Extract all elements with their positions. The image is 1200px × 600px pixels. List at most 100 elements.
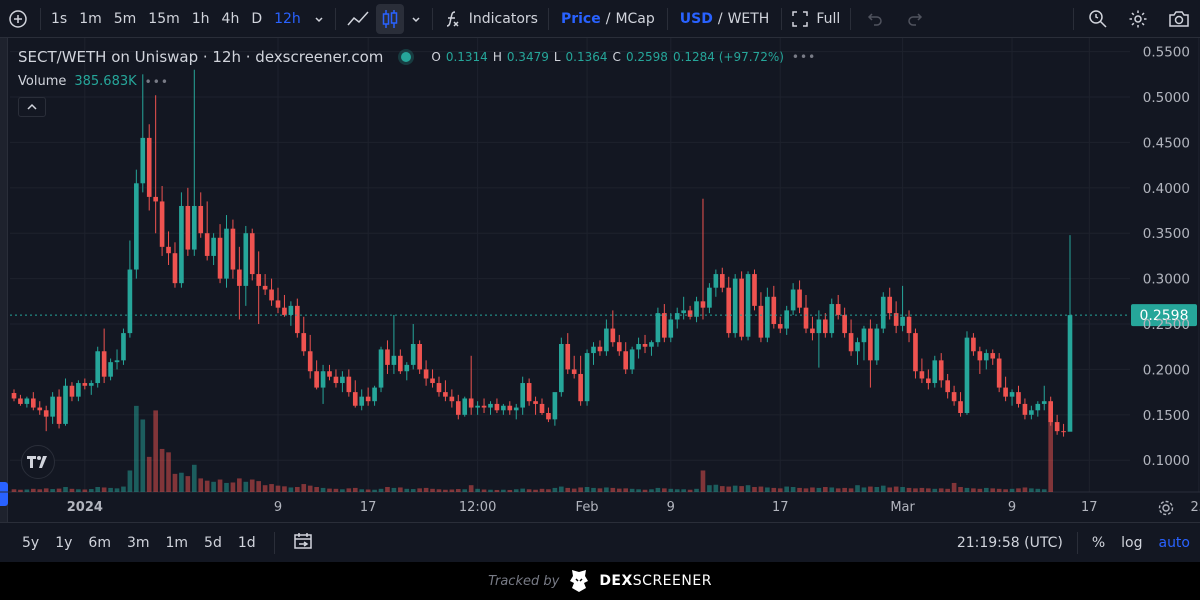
- screenshot-button[interactable]: [1158, 0, 1200, 38]
- price-mcap-toggle[interactable]: Price / MCap: [553, 0, 663, 38]
- volume-bar: [18, 489, 23, 492]
- settings-button[interactable]: [1118, 0, 1158, 38]
- full-label: Full: [816, 10, 841, 27]
- candle-body: [919, 371, 925, 379]
- volume-bar: [990, 488, 996, 492]
- volume-bar: [191, 464, 197, 492]
- redo-button[interactable]: [895, 0, 935, 38]
- volume-bar: [462, 489, 468, 492]
- chevron-up-icon: [27, 103, 37, 110]
- range-5y[interactable]: 5y: [14, 535, 47, 551]
- volume-bar: [926, 488, 931, 492]
- volume-bar: [153, 410, 158, 492]
- indicators-button[interactable]: Indicators: [437, 0, 544, 38]
- interval-1m[interactable]: 1m: [73, 0, 108, 38]
- price-tick-label: 0.3500: [1143, 226, 1190, 242]
- chart-legend: SECT/WETH on Uniswap · 12h · dexscreener…: [18, 48, 816, 66]
- interval-1s[interactable]: 1s: [45, 0, 73, 38]
- interval-1h[interactable]: 1h: [186, 0, 216, 38]
- last-price-line: 0.2598: [10, 304, 1197, 327]
- time-tick-label: 9: [1008, 500, 1016, 515]
- change-value: 0.1284 (+97.72%): [672, 50, 784, 64]
- tradingview-logo[interactable]: [21, 445, 55, 479]
- candle-body: [906, 316, 912, 334]
- candle-body: [604, 328, 609, 352]
- interval-15m[interactable]: 15m: [142, 0, 185, 38]
- candle-body: [816, 319, 822, 334]
- candle-body: [30, 398, 36, 408]
- volume-bar: [417, 488, 422, 492]
- volume-bar: [533, 489, 538, 492]
- range-1y[interactable]: 1y: [47, 535, 80, 551]
- range-3m[interactable]: 3m: [119, 535, 158, 551]
- volume-bar: [1035, 488, 1041, 492]
- interval-dropdown[interactable]: [307, 0, 331, 38]
- candle-body: [990, 353, 996, 359]
- mcap-option[interactable]: MCap: [615, 11, 654, 27]
- fullscreen-button[interactable]: Full: [786, 0, 846, 38]
- volume-bar: [732, 485, 738, 492]
- candle-body: [951, 392, 957, 402]
- volume-more-dots[interactable]: •••: [145, 75, 169, 89]
- volume-bar: [443, 489, 448, 492]
- goto-date-button[interactable]: [285, 532, 321, 554]
- price-option[interactable]: Price: [561, 11, 601, 27]
- line-chart-button[interactable]: [340, 0, 376, 38]
- volume-bar: [198, 478, 204, 492]
- volume-bar: [224, 482, 229, 492]
- range-6m[interactable]: 6m: [80, 535, 119, 551]
- volume-bar: [726, 486, 732, 492]
- interval-4h[interactable]: 4h: [216, 0, 246, 38]
- interval-12h[interactable]: 12h: [268, 0, 307, 38]
- open-value: 0.1314: [445, 50, 488, 64]
- candles-button[interactable]: [375, 3, 404, 34]
- legend-more-dots[interactable]: •••: [792, 50, 816, 64]
- utc-clock[interactable]: 21:19:58 (UTC): [949, 535, 1071, 551]
- candle-body: [249, 233, 255, 275]
- candle-body: [938, 360, 944, 381]
- symbol-title[interactable]: SECT/WETH on Uniswap · 12h · dexscreener…: [18, 48, 383, 66]
- range-5d[interactable]: 5d: [196, 535, 230, 551]
- volume-bar: [880, 485, 886, 492]
- auto-toggle[interactable]: auto: [1150, 535, 1200, 551]
- collapse-legend-button[interactable]: [18, 97, 46, 117]
- undo-button[interactable]: [855, 0, 895, 38]
- volume-bar: [655, 487, 661, 492]
- gear-icon: [1129, 10, 1147, 27]
- currency-toggle[interactable]: USD / WETH: [672, 0, 778, 38]
- weth-option[interactable]: WETH: [728, 11, 770, 27]
- volume-bar: [964, 487, 970, 492]
- usd-option[interactable]: USD: [680, 11, 713, 27]
- log-toggle[interactable]: log: [1113, 535, 1150, 551]
- volume-bar: [662, 488, 667, 492]
- candle-body: [179, 205, 184, 284]
- range-1d[interactable]: 1d: [230, 535, 264, 551]
- gear-icon[interactable]: [1158, 500, 1174, 516]
- add-symbol-button[interactable]: [0, 0, 36, 38]
- volume-bar: [1041, 489, 1047, 492]
- toolbar-divider: [666, 7, 668, 30]
- dexscreener-brand[interactable]: DEXSCREENER: [599, 573, 712, 589]
- tracked-by-label: Tracked by: [488, 573, 560, 589]
- bottombar-divider: [273, 531, 275, 554]
- percent-toggle[interactable]: %: [1084, 535, 1113, 551]
- volume-bar: [829, 487, 835, 492]
- price-tick-label: 0.4500: [1143, 135, 1190, 151]
- candle-body: [230, 228, 236, 270]
- chart-type-dropdown[interactable]: [404, 0, 428, 38]
- ohlc-values: O 0.1314 H 0.3479 L 0.1364 C 0.2598 0.1284 (…: [431, 50, 784, 64]
- interval-5m[interactable]: 5m: [108, 0, 143, 38]
- price-chart[interactable]: 0.2598 0.5500 0.5000 0.4500 0.4000 0.3500 0.3…: [0, 38, 1200, 522]
- volume-bar: [874, 487, 880, 492]
- volume-bar: [868, 486, 873, 492]
- range-1m[interactable]: 1m: [158, 535, 197, 551]
- candle-body: [204, 233, 210, 256]
- quick-search-button[interactable]: [1078, 0, 1118, 38]
- volume-bar: [455, 489, 461, 492]
- candle-body: [855, 342, 860, 352]
- volume-bar: [134, 405, 139, 492]
- volume-bar: [546, 489, 551, 492]
- candle-body: [320, 371, 326, 388]
- interval-d[interactable]: D: [245, 0, 268, 38]
- volume-bar: [604, 487, 609, 492]
